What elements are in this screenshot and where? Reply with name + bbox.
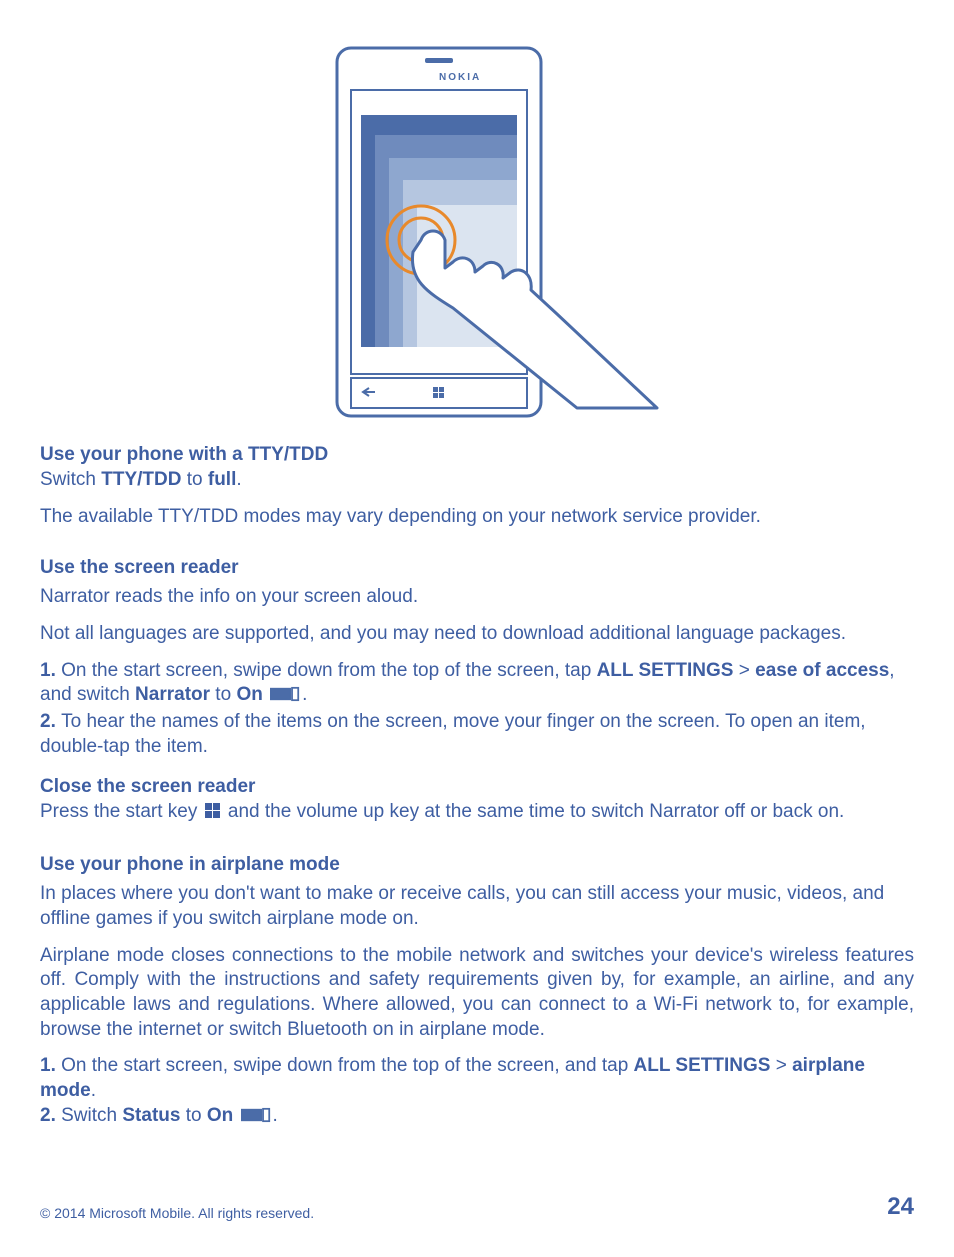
para-reader-2: Not all languages are supported, and you… xyxy=(40,622,914,647)
text: To hear the names of the items on the sc… xyxy=(40,711,866,757)
bold-narrator: Narrator xyxy=(135,684,210,705)
text: On the start screen, swipe down from the… xyxy=(61,1055,633,1076)
bold-ease-of-access: ease of access xyxy=(755,660,889,681)
text: > xyxy=(733,660,755,681)
bold-ttytdd: TTY/TDD xyxy=(101,469,181,490)
text: Switch xyxy=(61,1105,122,1126)
copyright: © 2014 Microsoft Mobile. All rights rese… xyxy=(40,1205,314,1221)
page-footer: © 2014 Microsoft Mobile. All rights rese… xyxy=(40,1193,914,1221)
para-reader-1: Narrator reads the info on your screen a… xyxy=(40,585,914,610)
para-tty-note: The available TTY/TDD modes may vary dep… xyxy=(40,505,914,530)
heading-screen-reader: Use the screen reader xyxy=(40,557,914,579)
text: > xyxy=(770,1055,792,1076)
step-number-2: 2. xyxy=(40,1105,61,1126)
toggle-on-icon xyxy=(270,685,300,710)
svg-text:NOKIA: NOKIA xyxy=(439,72,481,83)
para-airplane-2: Airplane mode closes connections to the … xyxy=(40,944,914,1043)
bold-status: Status xyxy=(122,1105,180,1126)
illustration-container: NOKIA xyxy=(40,40,914,420)
bold-full: full xyxy=(208,469,237,490)
bold-all-settings: ALL SETTINGS xyxy=(597,660,734,681)
text: to xyxy=(181,469,207,490)
phone-tap-illustration: NOKIA xyxy=(277,40,677,420)
para-reader-steps: 1. On the start screen, swipe down from … xyxy=(40,659,914,760)
text: . xyxy=(91,1080,96,1101)
page-number: 24 xyxy=(887,1193,914,1221)
start-key-icon xyxy=(205,802,221,827)
text: On the start screen, swipe down from the… xyxy=(61,660,596,681)
bold-on: On xyxy=(236,684,262,705)
heading-tty: Use your phone with a TTY/TDD xyxy=(40,444,914,466)
text: and the volume up key at the same time t… xyxy=(223,801,845,822)
text: to xyxy=(180,1105,206,1126)
text: Press the start key xyxy=(40,801,203,822)
text: to xyxy=(210,684,236,705)
toggle-on-icon xyxy=(241,1106,271,1131)
step-number-1: 1. xyxy=(40,660,61,681)
step-number-2: 2. xyxy=(40,711,61,732)
text: . xyxy=(273,1105,278,1126)
bold-on: On xyxy=(207,1105,233,1126)
document-page: NOKIA xyxy=(0,0,954,1257)
step-number-1: 1. xyxy=(40,1055,61,1076)
text: Switch xyxy=(40,469,101,490)
para-tty-switch: Switch TTY/TDD to full. xyxy=(40,468,914,493)
para-airplane-steps: 1. On the start screen, swipe down from … xyxy=(40,1054,914,1130)
para-airplane-1: In places where you don't want to make o… xyxy=(40,882,914,931)
text: . xyxy=(236,469,241,490)
heading-airplane: Use your phone in airplane mode xyxy=(40,854,914,876)
bold-all-settings: ALL SETTINGS xyxy=(634,1055,771,1076)
para-close-reader: Press the start key and the volume up ke… xyxy=(40,800,914,827)
heading-close-reader: Close the screen reader xyxy=(40,776,914,798)
text: . xyxy=(302,684,307,705)
